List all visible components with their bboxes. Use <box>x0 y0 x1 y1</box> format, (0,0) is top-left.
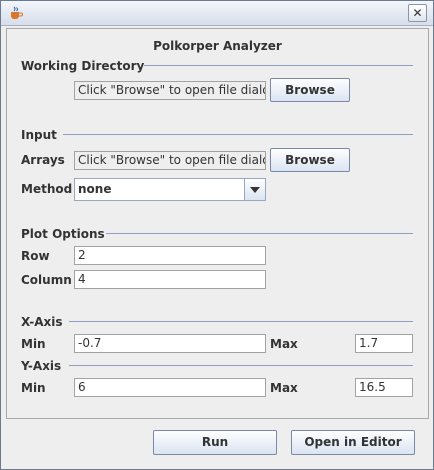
app-window: ✕ Polkorper Analyzer Working Directory C… <box>0 0 434 470</box>
method-label: Method <box>21 182 73 196</box>
x-min-input[interactable]: -0.7 <box>74 334 266 353</box>
chevron-down-icon[interactable] <box>244 179 265 200</box>
java-coffee-cup-icon <box>11 6 23 19</box>
main-panel: Polkorper Analyzer Working Directory Cli… <box>6 28 429 419</box>
divider <box>144 65 413 66</box>
browse-arrays-button[interactable]: Browse <box>270 148 350 172</box>
open-in-editor-button[interactable]: Open in Editor <box>291 430 415 455</box>
close-icon: ✕ <box>412 6 423 20</box>
row-input[interactable]: 2 <box>74 246 266 265</box>
section-input: Input <box>21 128 57 142</box>
y-min-label: Min <box>21 381 46 395</box>
arrays-label: Arrays <box>21 153 65 167</box>
method-selected-value: none <box>78 182 112 196</box>
x-max-input[interactable]: 1.7 <box>355 334 413 353</box>
run-button[interactable]: Run <box>153 430 277 455</box>
y-max-input[interactable]: 16.5 <box>355 378 413 397</box>
arrays-field[interactable]: Click "Browse" to open file dialog <box>74 151 266 170</box>
column-input[interactable]: 4 <box>74 270 266 289</box>
divider <box>63 134 413 135</box>
y-min-input[interactable]: 6 <box>74 378 266 397</box>
section-y-axis: Y-Axis <box>21 359 62 373</box>
x-max-label: Max <box>270 337 298 351</box>
column-label: Column <box>21 273 72 287</box>
x-min-label: Min <box>21 337 46 351</box>
app-title: Polkorper Analyzer <box>153 39 282 53</box>
close-button[interactable]: ✕ <box>408 4 427 22</box>
y-max-label: Max <box>270 381 298 395</box>
divider <box>106 233 413 234</box>
section-plot-options: Plot Options <box>21 227 105 241</box>
divider <box>69 321 413 322</box>
working-directory-field[interactable]: Click "Browse" to open file dialog <box>74 81 266 100</box>
section-x-axis: X-Axis <box>21 315 63 329</box>
section-working-directory: Working Directory <box>21 59 145 73</box>
browse-working-directory-button[interactable]: Browse <box>270 78 350 102</box>
row-label: Row <box>21 249 50 263</box>
title-bar[interactable]: ✕ <box>1 1 433 26</box>
method-select[interactable]: none <box>74 178 266 201</box>
divider <box>69 365 413 366</box>
